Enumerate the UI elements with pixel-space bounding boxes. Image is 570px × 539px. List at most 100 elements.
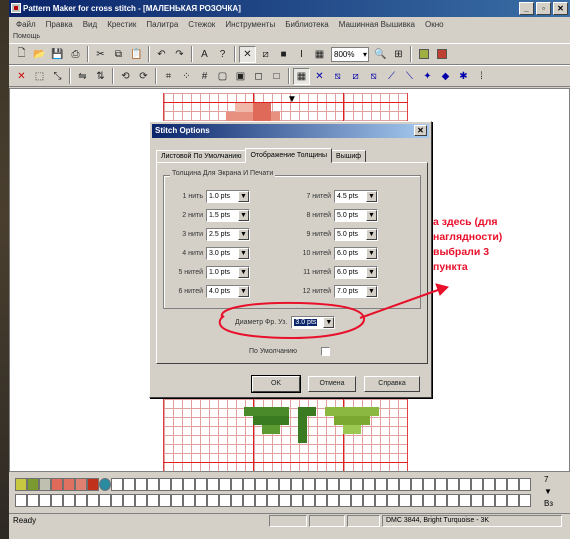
frame-icon[interactable]: ▣	[232, 68, 249, 85]
more-icon[interactable]: ⁞	[473, 68, 490, 85]
rotate-left-icon[interactable]: ⟲	[117, 68, 134, 85]
half-stitch-icon[interactable]: ⧄	[257, 46, 274, 63]
palette-swatch[interactable]	[75, 494, 87, 507]
palette-swatch[interactable]	[147, 478, 159, 491]
undo-icon[interactable]: ↶	[153, 46, 170, 63]
palette-swatch[interactable]	[87, 494, 99, 507]
zoom-in-icon[interactable]: 🔍	[372, 46, 389, 63]
half-stitch-icon-2[interactable]: ⧅	[365, 68, 382, 85]
thickness-select[interactable]: 2.5 pts ▼	[206, 228, 250, 241]
palette-swatch[interactable]	[279, 478, 291, 491]
palette-swatch[interactable]	[339, 494, 351, 507]
palette-swatch[interactable]	[159, 478, 171, 491]
cross-stitch-icon[interactable]: ✕	[239, 45, 256, 63]
menu-machine-embroidery[interactable]: Машинная Вышивка	[334, 20, 420, 29]
palette-swatch[interactable]	[447, 494, 459, 507]
palette-swatch[interactable]	[471, 478, 483, 491]
pattern-icon[interactable]: ⌗	[160, 68, 177, 85]
palette-swatch[interactable]	[279, 494, 291, 507]
palette-swatch[interactable]	[123, 478, 135, 491]
print-icon[interactable]: ⎙	[67, 46, 84, 63]
palette-swatch[interactable]	[219, 478, 231, 491]
palette-swatch[interactable]	[15, 478, 27, 491]
palette-swatch[interactable]	[519, 494, 531, 507]
french-knot-icon[interactable]: ✦	[419, 68, 436, 85]
palette-swatch[interactable]	[255, 478, 267, 491]
chevron-down-icon[interactable]: ▼	[238, 267, 249, 278]
palette-swatch[interactable]	[219, 494, 231, 507]
menu-library[interactable]: Библиотека	[280, 20, 334, 29]
chevron-down-icon[interactable]: ▼	[238, 286, 249, 297]
palette-swatch[interactable]	[231, 478, 243, 491]
menu-tools[interactable]: Инструменты	[220, 20, 280, 29]
quarter-stitch-icon[interactable]: ⧄	[347, 68, 364, 85]
palette-swatch[interactable]	[27, 478, 39, 491]
border-icon[interactable]: ▢	[214, 68, 231, 85]
help-icon[interactable]: ?	[214, 46, 231, 63]
grid-toggle-icon[interactable]: ▦	[293, 67, 310, 85]
palette-swatch[interactable]	[87, 478, 99, 491]
cancel-button[interactable]: Отмена	[308, 376, 356, 392]
palette-swatch[interactable]	[99, 494, 111, 507]
three-quarter-icon[interactable]: ⧅	[329, 68, 346, 85]
menu-file[interactable]: Файл	[11, 20, 41, 29]
palette-swatch[interactable]	[15, 494, 27, 507]
palette-swatch[interactable]	[183, 494, 195, 507]
palette-swatch[interactable]	[363, 494, 375, 507]
menu-stitch[interactable]: Стежок	[183, 20, 220, 29]
zoom-select[interactable]: 800%	[331, 46, 369, 62]
text-cursor-icon[interactable]: I	[293, 46, 310, 63]
close-button[interactable]: ✕	[553, 2, 568, 15]
palette-swatch[interactable]	[123, 494, 135, 507]
palette-swatch[interactable]	[495, 494, 507, 507]
palette-swatch[interactable]	[39, 494, 51, 507]
palette-swatch[interactable]	[51, 494, 63, 507]
palette-view-label[interactable]: Вз	[544, 498, 568, 510]
palette-swatch[interactable]	[39, 478, 51, 491]
help-menu[interactable]: Помощь	[9, 31, 570, 43]
palette-swatch[interactable]	[291, 478, 303, 491]
palette-swatch[interactable]	[327, 478, 339, 491]
palette-swatch[interactable]	[519, 478, 531, 491]
menu-window[interactable]: Окно	[420, 20, 449, 29]
palette-swatch[interactable]	[351, 494, 363, 507]
palette-swatch[interactable]	[459, 494, 471, 507]
palette-swatch[interactable]	[351, 478, 363, 491]
palette-swatch[interactable]	[483, 478, 495, 491]
thickness-select[interactable]: 5.0 pts ▼	[334, 228, 378, 241]
default-checkbox[interactable]	[321, 347, 331, 356]
palette-swatch[interactable]	[135, 478, 147, 491]
palette-icon[interactable]	[415, 46, 432, 63]
palette-swatch[interactable]	[75, 478, 87, 491]
cut-icon[interactable]: ✂	[92, 46, 109, 63]
chevron-down-icon[interactable]: ▼	[366, 286, 377, 297]
palette-swatch[interactable]	[267, 478, 279, 491]
palette-swatch[interactable]	[255, 494, 267, 507]
dots-icon[interactable]: ⁘	[178, 68, 195, 85]
palette-swatch[interactable]	[507, 494, 519, 507]
palette-swatch[interactable]	[207, 478, 219, 491]
palette-swatch[interactable]	[387, 478, 399, 491]
minimize-button[interactable]: _	[519, 2, 534, 15]
palette-swatch[interactable]	[135, 494, 147, 507]
palette-swatch[interactable]	[423, 478, 435, 491]
chevron-down-icon[interactable]: ▼	[366, 191, 377, 202]
palette-swatch[interactable]	[231, 494, 243, 507]
thickness-select[interactable]: 3.0 pts ▼	[206, 247, 250, 260]
palette-swatch[interactable]	[315, 478, 327, 491]
move-icon[interactable]: ⤡	[49, 68, 66, 85]
palette-swatch[interactable]	[147, 494, 159, 507]
palette-swatch[interactable]	[507, 478, 519, 491]
palette-scroll-down-icon[interactable]: ▼	[544, 486, 568, 498]
palette-swatch[interactable]	[171, 478, 183, 491]
copy-icon[interactable]: ⧉	[110, 46, 127, 63]
grid-pattern-icon[interactable]: #	[196, 68, 213, 85]
palette-swatch[interactable]	[303, 494, 315, 507]
menu-palette[interactable]: Палитра	[141, 20, 183, 29]
thickness-select[interactable]: 7.0 pts ▼	[334, 285, 378, 298]
palette-swatch[interactable]	[471, 494, 483, 507]
dialog-close-button[interactable]: ✕	[414, 125, 427, 136]
palette-swatch[interactable]	[375, 478, 387, 491]
palette-swatch[interactable]	[63, 494, 75, 507]
palette-swatch[interactable]	[63, 478, 75, 491]
